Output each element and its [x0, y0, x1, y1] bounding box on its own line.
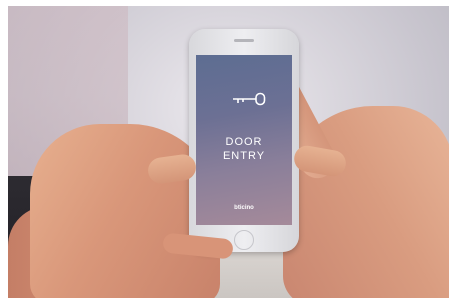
brand-logo: bticino	[234, 205, 254, 211]
door-entry-line1: DOOR	[225, 136, 263, 148]
door-entry-label: DOOR ENTRY	[196, 135, 292, 163]
smartphone: DOOR ENTRY bticino	[189, 29, 299, 252]
phone-screen[interactable]: DOOR ENTRY bticino	[196, 55, 292, 225]
home-button[interactable]	[234, 230, 254, 250]
phone-speaker	[234, 39, 254, 42]
key-icon	[233, 92, 266, 106]
photo-frame: DOOR ENTRY bticino	[0, 0, 455, 302]
door-entry-line2: ENTRY	[222, 150, 266, 162]
photo: DOOR ENTRY bticino	[8, 6, 449, 298]
